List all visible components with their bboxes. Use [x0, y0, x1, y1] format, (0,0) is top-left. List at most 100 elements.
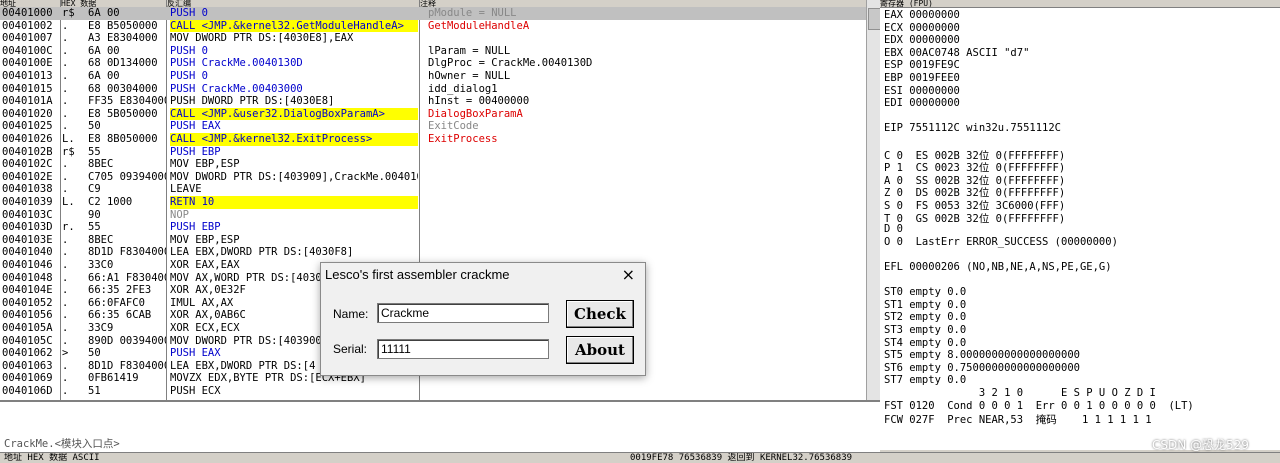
- name-input[interactable]: [377, 303, 549, 323]
- row-comment: hOwner = NULL: [428, 70, 511, 82]
- table-row[interactable]: 00401013. 6A 00 PUSH 0 hOwner = NULL: [0, 70, 866, 83]
- row-address: 00401040: [2, 246, 53, 259]
- row-disasm: NOP: [170, 208, 189, 221]
- row-marker: .: [62, 372, 69, 385]
- row-address: 00401025: [2, 120, 53, 133]
- register-line[interactable]: ESP 0019FE9C: [884, 59, 960, 71]
- row-address: 00401015: [2, 82, 53, 95]
- row-hex: 8BEC: [88, 233, 114, 246]
- register-line[interactable]: EDI 00000000: [884, 97, 960, 109]
- row-marker: .: [62, 170, 69, 183]
- register-line[interactable]: ST0 empty 0.0: [884, 286, 966, 298]
- row-hex: 8BEC: [88, 158, 114, 171]
- register-line[interactable]: ST2 empty 0.0: [884, 311, 966, 323]
- row-address: 0040105A: [2, 322, 53, 334]
- row-address: 00401000: [2, 7, 53, 19]
- table-row[interactable]: 0040102B r$ 55 PUSH EBP: [0, 146, 866, 159]
- check-button[interactable]: Check: [566, 300, 634, 328]
- registers-pane[interactable]: 寄存器 (FPU) EAX 00000000 ECX 00000000 EDX 00…: [880, 0, 1280, 450]
- table-row[interactable]: 00401040. 8D1D F8304000 LEA EBX,DWORD PTR …: [0, 246, 866, 259]
- row-comment: idd_dialog1: [428, 82, 498, 95]
- row-marker: >: [62, 347, 69, 360]
- row-hex: 0FB61419: [88, 372, 139, 385]
- close-icon[interactable]: ×: [622, 265, 635, 284]
- table-row[interactable]: 00401025. 50 PUSH EAX ExitCode: [0, 120, 866, 133]
- row-disasm: PUSH EBP: [170, 221, 221, 234]
- dialog-title: Lesco's first assembler crackme: [325, 267, 510, 282]
- register-line[interactable]: T 0 GS 002B 32位 0(FFFFFFFF): [884, 211, 1065, 226]
- table-row[interactable]: 00401026 L. E8 8B050000 CALL <JMP.&kernel32…: [0, 133, 866, 146]
- register-line[interactable]: EIP 7551112C win32u.7551112C: [884, 122, 1061, 134]
- row-hex: A3 E8304000: [88, 32, 158, 45]
- row-hex: 8D1D F8304000: [88, 246, 166, 259]
- row-marker: .: [62, 32, 69, 45]
- row-address: 00401052: [2, 296, 53, 309]
- row-address: 0040103C: [2, 208, 53, 221]
- register-line[interactable]: 3 2 1 0 E S P U O Z D I: [884, 387, 1156, 399]
- row-address: 00401063: [2, 359, 53, 372]
- row-comment: GetModuleHandleA: [428, 19, 530, 32]
- row-hex: 51: [88, 385, 101, 397]
- register-line[interactable]: ST4 empty 0.0: [884, 337, 966, 349]
- about-button[interactable]: About: [566, 336, 634, 364]
- table-row[interactable]: 0040103E. 8BEC MOV EBP,ESP: [0, 234, 866, 247]
- table-row[interactable]: 0040102C. 8BEC MOV EBP,ESP: [0, 158, 866, 171]
- register-line[interactable]: ST5 empty 8.0000000000000000000: [884, 349, 1080, 361]
- row-comment: DlgProc = CrackMe.0040130D: [428, 57, 593, 70]
- table-row[interactable]: 00401007. A3 E8304000 MOV DWORD PTR DS:[40…: [0, 32, 866, 45]
- register-line[interactable]: FST 0120 Cond 0 0 0 1 Err 0 0 1 0 0 0 0 …: [884, 400, 1194, 412]
- row-address: 0040106D: [2, 385, 53, 397]
- register-line[interactable]: ST3 empty 0.0: [884, 324, 966, 336]
- table-row[interactable]: 0040100E. 68 0D134000 PUSH CrackMe.0040130…: [0, 57, 866, 70]
- table-row[interactable]: 0040101A. FF35 E8304000 PUSH DWORD PTR DS:…: [0, 95, 866, 108]
- table-row[interactable]: 00401038. C9 LEAVE: [0, 183, 866, 196]
- table-row[interactable]: 0040100C. 6A 00 PUSH 0 lParam = NULL: [0, 45, 866, 58]
- row-hex: 66:0FAFC0: [88, 296, 145, 309]
- serial-label: Serial:: [333, 342, 368, 356]
- table-row[interactable]: 0040103C 90 NOP: [0, 209, 866, 222]
- row-address: 0040103D: [2, 221, 53, 234]
- table-row[interactable]: 00401015. 68 00304000 PUSH CrackMe.0040300…: [0, 83, 866, 96]
- row-hex: 55: [88, 145, 101, 158]
- table-row[interactable]: 0040103D r. 55 PUSH EBP: [0, 221, 866, 234]
- row-marker: .: [62, 296, 69, 309]
- table-row[interactable]: 00401002. E8 B5050000 CALL <JMP.&kernel32.…: [0, 19, 866, 33]
- register-line[interactable]: EBX 00AC0748 ASCII "d7": [884, 47, 1029, 59]
- register-line[interactable]: EFL 00000206 (NO,NB,NE,A,NS,PE,GE,G): [884, 261, 1112, 273]
- register-line[interactable]: FCW 027F Prec NEAR,53 掩码 1 1 1 1 1 1: [884, 412, 1152, 427]
- table-row[interactable]: 00401000 r$ 6A 00 PUSH 0 pModule = NULL: [0, 7, 866, 20]
- register-line[interactable]: ECX 00000000: [884, 22, 960, 34]
- table-row[interactable]: 00401020. E8 5B050000 CALL <JMP.&user32.Di…: [0, 107, 866, 121]
- row-address: 0040101A: [2, 95, 53, 108]
- row-address: 0040102E: [2, 170, 53, 183]
- register-line[interactable]: EDX 00000000: [884, 34, 960, 46]
- row-hex: 66:A1 F8304000: [88, 271, 166, 284]
- register-line[interactable]: ST1 empty 0.0: [884, 299, 966, 311]
- register-line[interactable]: ST6 empty 0.7500000000000000000: [884, 362, 1080, 374]
- row-disasm: CALL <JMP.&kernel32.GetModuleHandleA>: [170, 19, 418, 33]
- row-hex: C9: [88, 183, 101, 196]
- row-disasm: PUSH ECX: [170, 385, 221, 397]
- row-hex: 66:35 2FE3: [88, 284, 152, 297]
- register-line[interactable]: ST7 empty 0.0: [884, 374, 966, 386]
- register-line[interactable]: EAX 00000000: [884, 9, 960, 21]
- table-row[interactable]: 0040102E. C705 09394000 MOV DWORD PTR DS:[…: [0, 171, 866, 184]
- register-line[interactable]: EBP 0019FEE0: [884, 72, 960, 84]
- row-disasm: LEAVE: [170, 183, 202, 196]
- register-line[interactable]: ESI 00000000: [884, 85, 960, 97]
- row-marker: .: [62, 322, 69, 334]
- table-row[interactable]: 00401039 L. C2 1000 RETN 10: [0, 196, 866, 209]
- disasm-scrollbar[interactable]: [866, 0, 881, 400]
- row-disasm: PUSH DWORD PTR DS:[4030E8]: [170, 95, 335, 108]
- row-marker: r.: [62, 221, 75, 234]
- row-disasm: LEA EBX,DWORD PTR DS:[4030F8]: [170, 246, 354, 259]
- serial-input[interactable]: [377, 339, 549, 359]
- row-hex: 6A 00: [88, 7, 120, 19]
- register-line[interactable]: O 0 LastErr ERROR_SUCCESS (00000000): [884, 236, 1118, 248]
- row-marker: .: [62, 158, 69, 171]
- row-marker: .: [62, 120, 69, 133]
- table-row[interactable]: 0040106D. 51 PUSH ECX: [0, 385, 866, 398]
- row-address: 00401062: [2, 347, 53, 360]
- row-marker: .: [62, 44, 69, 57]
- register-line[interactable]: D 0: [884, 223, 903, 235]
